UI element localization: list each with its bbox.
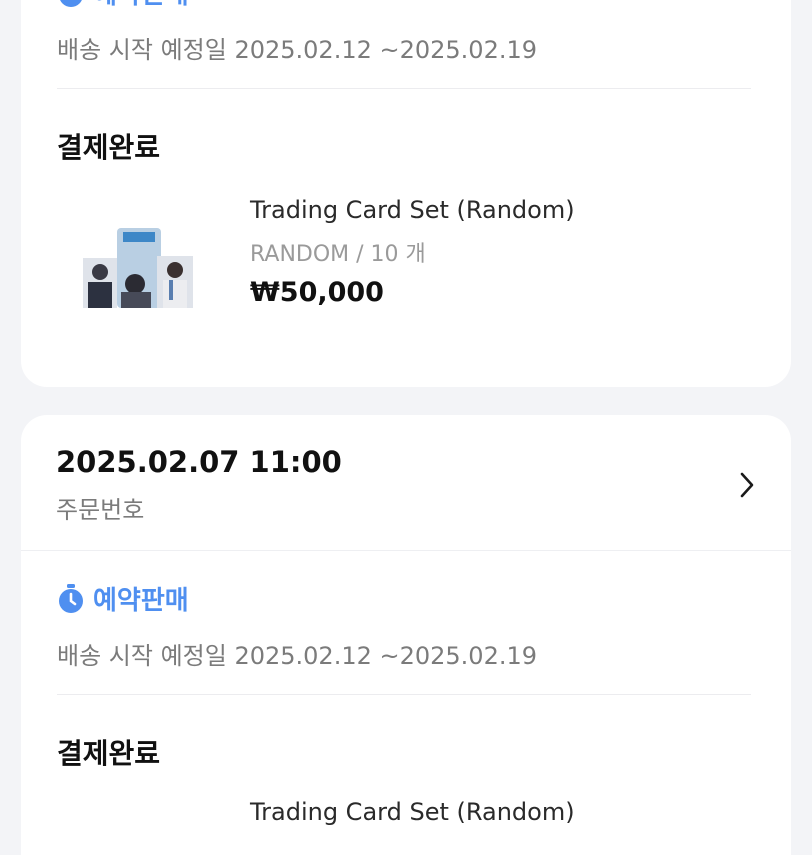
product-name[interactable]: Trading Card Set (Random): [250, 798, 575, 826]
order-number: 주문번호: [56, 490, 144, 525]
stopwatch-icon: [59, 583, 83, 613]
order-date: 2025.02.07 11:00: [56, 445, 342, 479]
payment-status: 결제완료: [57, 737, 161, 770]
product-option: RANDOM / 10 개: [250, 242, 426, 267]
product-price: ₩50,000: [250, 277, 384, 308]
order-card[interactable]: 2025.02.07 11:00 주문번호 예약판매 배송 시작 예정일 202…: [21, 415, 791, 855]
preorder-badge-label: 예약판매: [93, 586, 189, 616]
product-thumbnail[interactable]: [83, 228, 195, 312]
divider: [57, 694, 751, 695]
product-name[interactable]: Trading Card Set (Random): [250, 196, 575, 224]
shipping-date: 배송 시작 예정일 2025.02.12 ~2025.02.19: [57, 36, 538, 64]
preorder-badge: 예약판매: [57, 580, 189, 617]
preorder-badge-label: 예약판매: [93, 0, 189, 11]
divider: [57, 88, 751, 89]
shipping-date: 배송 시작 예정일 2025.02.12 ~2025.02.19: [57, 642, 538, 670]
order-card: 예약판매 배송 시작 예정일 2025.02.12 ~2025.02.19 결제…: [21, 0, 791, 387]
payment-status: 결제완료: [57, 131, 161, 164]
order-number-label: 주문번호: [56, 496, 145, 524]
chevron-right-icon[interactable]: [737, 470, 757, 500]
section-divider: [21, 550, 791, 551]
stopwatch-icon: [60, 0, 82, 7]
preorder-badge: 예약판매: [57, 0, 189, 11]
